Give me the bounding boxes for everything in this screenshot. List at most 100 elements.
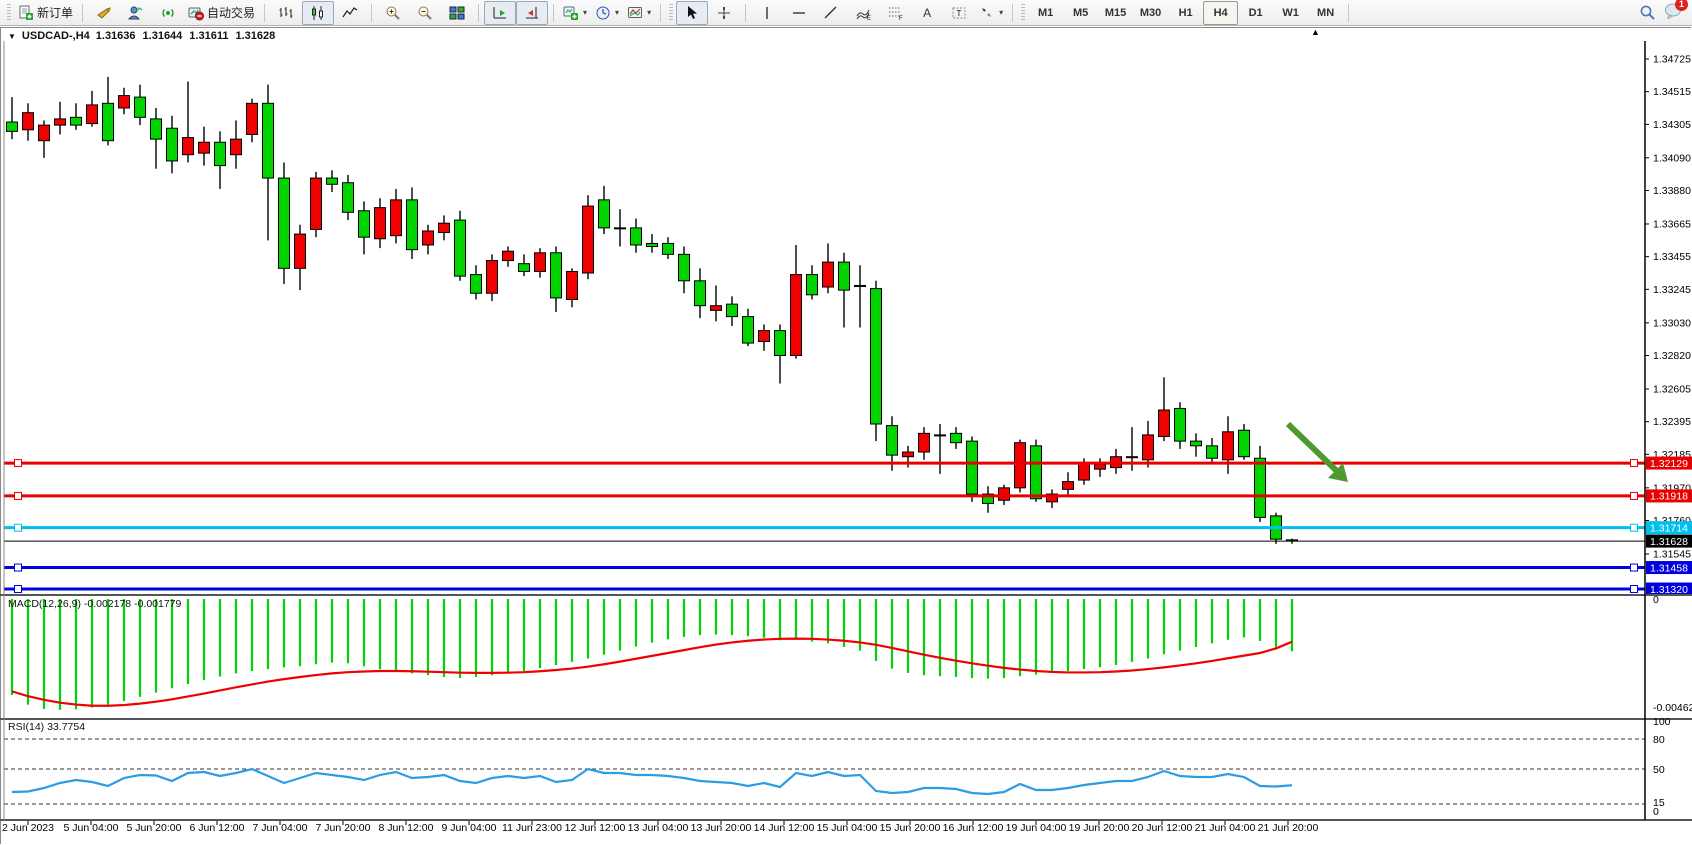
trendline-tool-button[interactable] bbox=[815, 1, 847, 25]
notification-badge: 1 bbox=[1675, 0, 1688, 11]
timeframe-button-M15[interactable]: M15 bbox=[1098, 1, 1133, 25]
crosshair-tool-button[interactable] bbox=[708, 1, 740, 25]
zoom-in-icon bbox=[385, 5, 401, 21]
toolbar-separator bbox=[264, 4, 265, 22]
profile-button[interactable] bbox=[120, 1, 152, 25]
signals-button[interactable] bbox=[152, 1, 184, 25]
candle bbox=[871, 281, 882, 441]
time-axis-label: 7 Jun 20:00 bbox=[316, 822, 371, 834]
toolbar-separator bbox=[660, 4, 661, 22]
autotrading-label: 自动交易 bbox=[207, 4, 255, 21]
macd-axis-zero: 0 bbox=[1653, 594, 1659, 606]
tile-windows-button[interactable] bbox=[441, 1, 473, 25]
toolbar-separator bbox=[1348, 4, 1349, 22]
text-label-tool-button[interactable]: T bbox=[943, 1, 975, 25]
text-tool-icon: A bbox=[923, 6, 931, 20]
zoom-out-icon bbox=[417, 5, 433, 21]
svg-text:E: E bbox=[867, 16, 871, 21]
line-handle[interactable] bbox=[15, 524, 22, 531]
auto-scroll-icon bbox=[492, 5, 508, 21]
indicators-button[interactable]: ▾ bbox=[559, 1, 591, 25]
dropdown-arrow-icon: ▾ bbox=[647, 8, 651, 17]
chart-canvas[interactable]: 1.347251.345151.343051.340901.338801.336… bbox=[0, 0, 1692, 845]
candle bbox=[311, 172, 322, 237]
arrows-tool-button[interactable]: ▾ bbox=[975, 1, 1007, 25]
timeframe-button-MN[interactable]: MN bbox=[1308, 1, 1343, 25]
line-handle[interactable] bbox=[1631, 586, 1638, 593]
quotes-button[interactable] bbox=[88, 1, 120, 25]
notifications-button[interactable]: 1 bbox=[1664, 2, 1682, 24]
timeframe-button-H1[interactable]: H1 bbox=[1168, 1, 1203, 25]
price-line-label: 1.31918 bbox=[1650, 491, 1688, 503]
templates-button[interactable]: ▾ bbox=[623, 1, 655, 25]
line-chart-icon bbox=[342, 5, 358, 21]
horizontal-line-icon bbox=[791, 6, 807, 20]
chart-shift-icon bbox=[524, 5, 540, 21]
line-handle[interactable] bbox=[1631, 524, 1638, 531]
time-axis-label: 21 Jun 20:00 bbox=[1258, 822, 1319, 834]
time-axis-label: 12 Jun 12:00 bbox=[565, 822, 626, 834]
toolbar-separator bbox=[478, 4, 479, 22]
periods-button[interactable]: ▾ bbox=[591, 1, 623, 25]
timeframe-button-M1[interactable]: M1 bbox=[1028, 1, 1063, 25]
bar-chart-button[interactable] bbox=[270, 1, 302, 25]
rsi-axis-label: 0 bbox=[1653, 806, 1659, 818]
chevron-down-icon[interactable]: ▼ bbox=[8, 32, 16, 41]
toolbar-separator bbox=[553, 4, 554, 22]
auto-scroll-button[interactable] bbox=[484, 1, 516, 25]
candle bbox=[583, 195, 594, 279]
text-tool-button[interactable]: A bbox=[911, 1, 943, 25]
price-axis-label: 1.32820 bbox=[1653, 350, 1691, 362]
rsi-axis-label: 80 bbox=[1653, 734, 1665, 746]
time-axis-label: 16 Jun 12:00 bbox=[943, 822, 1004, 834]
scroll-marker-icon[interactable]: ▲ bbox=[1311, 27, 1320, 37]
toolbar-separator bbox=[1012, 4, 1013, 22]
ohlc-low: 1.31611 bbox=[189, 30, 228, 42]
line-handle[interactable] bbox=[1631, 564, 1638, 571]
rsi-axis-label: 100 bbox=[1653, 716, 1671, 728]
horizontal-line-tool-button[interactable] bbox=[783, 1, 815, 25]
candle bbox=[1031, 440, 1042, 502]
vertical-line-icon bbox=[760, 5, 774, 21]
crosshair-icon bbox=[716, 5, 732, 21]
rsi-axis-label: 50 bbox=[1653, 764, 1665, 776]
fibonacci-tool-button[interactable]: F bbox=[879, 1, 911, 25]
timeframe-button-H4[interactable]: H4 bbox=[1203, 1, 1238, 25]
vertical-line-tool-button[interactable] bbox=[751, 1, 783, 25]
timeframe-button-M5[interactable]: M5 bbox=[1063, 1, 1098, 25]
autotrading-button[interactable]: 自动交易 bbox=[184, 1, 259, 25]
timeframe-button-M30[interactable]: M30 bbox=[1133, 1, 1168, 25]
line-handle[interactable] bbox=[1631, 460, 1638, 467]
line-handle[interactable] bbox=[15, 460, 22, 467]
timeframe-button-W1[interactable]: W1 bbox=[1273, 1, 1308, 25]
line-handle[interactable] bbox=[1631, 492, 1638, 499]
candlestick-chart-button[interactable] bbox=[302, 1, 334, 25]
zoom-in-button[interactable] bbox=[377, 1, 409, 25]
new-order-button[interactable]: 新订单 bbox=[14, 1, 77, 25]
ohlc-close: 1.31628 bbox=[235, 30, 275, 42]
time-axis-label: 21 Jun 04:00 bbox=[1195, 822, 1256, 834]
chart-shift-button[interactable] bbox=[516, 1, 548, 25]
bar-chart-icon bbox=[278, 5, 294, 21]
search-icon[interactable] bbox=[1639, 4, 1656, 21]
time-axis-label: 15 Jun 20:00 bbox=[880, 822, 941, 834]
timeframe-toolbar: M1M5M15M30H1H4D1W1MN bbox=[1028, 1, 1343, 25]
line-chart-button[interactable] bbox=[334, 1, 366, 25]
price-axis-label: 1.34305 bbox=[1653, 119, 1691, 131]
cursor-tool-button[interactable] bbox=[676, 1, 708, 25]
line-handle[interactable] bbox=[15, 492, 22, 499]
arrows-shapes-icon bbox=[979, 5, 995, 21]
zoom-out-button[interactable] bbox=[409, 1, 441, 25]
equidistant-channel-tool-button[interactable]: E bbox=[847, 1, 879, 25]
line-handle[interactable] bbox=[15, 564, 22, 571]
ohlc-open: 1.31636 bbox=[96, 30, 136, 42]
timeframe-button-D1[interactable]: D1 bbox=[1238, 1, 1273, 25]
chart-symbol-period: USDCAD-,H4 bbox=[22, 30, 90, 42]
time-axis-label: 5 Jun 20:00 bbox=[127, 822, 182, 834]
svg-text:F: F bbox=[899, 16, 903, 21]
dropdown-arrow-icon: ▾ bbox=[615, 8, 619, 17]
toolbar-grip bbox=[669, 4, 673, 22]
price-axis-label: 1.33030 bbox=[1653, 317, 1691, 329]
line-handle[interactable] bbox=[15, 586, 22, 593]
tile-windows-icon bbox=[449, 5, 465, 21]
